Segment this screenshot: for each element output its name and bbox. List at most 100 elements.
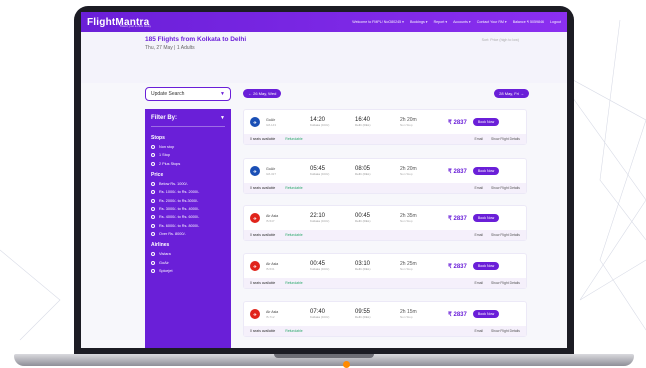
email-link[interactable]: Email [474, 281, 482, 285]
refundable-badge: Refundable [285, 281, 303, 285]
filter-option[interactable]: Rs. 1000/- to Rs. 2000/- [151, 190, 225, 195]
refundable-badge: Refundable [285, 186, 303, 190]
update-search-button[interactable]: Update Search ▼ [145, 87, 231, 101]
email-link[interactable]: Email [474, 233, 482, 237]
filter-divider [151, 126, 225, 127]
flight-card[interactable]: ✈ GoAir G8-327 05:45 Kolkata (CCU) 08:05 De… [243, 158, 527, 194]
results-subtitle: Thu, 27 May | 1 Adults [145, 45, 195, 51]
arrival-city: Delhi (DEL) [355, 315, 371, 319]
refundable-badge: Refundable [285, 233, 303, 237]
nav-report[interactable]: Report ▾ [434, 20, 448, 24]
stops-title: Stops [151, 135, 165, 141]
arrival-city: Delhi (DEL) [355, 267, 371, 271]
stops-info: Non Stop [400, 172, 413, 176]
filter-option-label: 2 Plus Stops [159, 161, 181, 166]
fare-price: ₹ 2837 [448, 311, 467, 318]
book-now-button[interactable]: Book Now [472, 118, 500, 126]
filter-option[interactable]: Rs. 4000/- to Rs. 6000/- [151, 215, 225, 220]
flight-footer: 0 seats available Refundable Email Show … [244, 134, 526, 144]
airline-logo-icon: ✈ [250, 166, 260, 176]
filter-option[interactable]: 2 Plus Stops [151, 161, 225, 166]
show-details-link[interactable]: Show Flight Details [491, 186, 520, 190]
duration: 2h 20m Non Stop [400, 166, 434, 176]
power-indicator [343, 361, 350, 368]
stops-info: Non Stop [400, 267, 413, 271]
filter-option[interactable]: Rs. 6000/- to Rs. 8000/- [151, 223, 225, 228]
search-summary: 185 Flights from Kolkata to Delhi Thu, 2… [81, 32, 567, 83]
flight-card[interactable]: ✈ Air Asia I5-547 22:10 Kolkata (CCU) 00:4… [243, 205, 527, 241]
stops-info: Non Stop [400, 123, 413, 127]
show-details-link[interactable]: Show Flight Details [491, 281, 520, 285]
nav-logout[interactable]: Logout [550, 20, 561, 24]
flight-code: I5-547 [266, 218, 275, 223]
filter-option-label: Spicejet [159, 268, 173, 273]
filter-option[interactable]: Vistara [151, 252, 225, 257]
email-link[interactable]: Email [474, 329, 482, 333]
radio-icon[interactable] [151, 190, 155, 195]
arrival: 00:45 Delhi (DEL) [355, 213, 400, 223]
book-now-button[interactable]: Book Now [472, 262, 500, 270]
radio-icon[interactable] [151, 181, 155, 186]
filter-option[interactable]: Non stop [151, 145, 225, 149]
show-details-link[interactable]: Show Flight Details [491, 329, 520, 333]
radio-icon[interactable] [151, 268, 155, 273]
filter-option[interactable]: Rs. 2000/- to Rs.3000/- [151, 198, 225, 203]
filter-option[interactable]: Over Rs. 8000/- [151, 232, 225, 237]
filter-option[interactable]: Spicejet [151, 268, 225, 273]
radio-icon[interactable] [151, 232, 155, 237]
prev-date-button[interactable]: ← 26 May, Wed [243, 89, 282, 98]
arrival: 16:40 Delhi (DEL) [355, 117, 400, 127]
radio-icon[interactable] [151, 145, 155, 149]
departure: 22:10 Kolkata (CCU) [310, 213, 355, 223]
stops-info: Non Stop [400, 219, 413, 223]
show-details-link[interactable]: Show Flight Details [491, 137, 520, 141]
next-date-button[interactable]: 28 May, Fri → [494, 89, 529, 98]
book-now-button[interactable]: Book Now [472, 310, 500, 318]
filter-heading[interactable]: Filter By: ▼ [151, 115, 225, 121]
filter-option[interactable]: Below Rs. 1000/- [151, 181, 225, 186]
email-link[interactable]: Email [474, 137, 482, 141]
nav-contact-rm[interactable]: Contact Your RM ▾ [477, 20, 507, 24]
book-now-button[interactable]: Book Now [472, 214, 500, 222]
top-header: FlightMantra Travel, just a click away W… [81, 12, 567, 32]
radio-icon[interactable] [151, 215, 155, 220]
fare-price: ₹ 2837 [448, 263, 467, 270]
email-link[interactable]: Email [474, 186, 482, 190]
airline-name: Air Asia I5-547 [266, 214, 310, 223]
sort-dropdown[interactable]: Sort: Price (high to low) [482, 38, 519, 42]
flight-code: I5-712 [266, 314, 275, 319]
nav-accounts[interactable]: Accounts ▾ [453, 20, 471, 24]
flight-card[interactable]: ✈ Air Asia I5-712 07:40 Kolkata (CCU) 09:5… [243, 301, 527, 337]
filter-option-label: Below Rs. 1000/- [159, 181, 188, 186]
nav-balance[interactable]: Balance ₹ 5059846 [513, 20, 544, 24]
seats-available: 0 seats available [250, 329, 276, 333]
radio-icon[interactable] [151, 223, 155, 228]
filter-option-label: Non stop [159, 145, 175, 149]
seats-available: 0 seats available [250, 186, 276, 190]
radio-icon[interactable] [151, 198, 155, 203]
radio-icon[interactable] [151, 260, 155, 265]
seats-available: 0 seats available [250, 233, 276, 237]
filter-option[interactable]: Rs. 3000/- to Rs. 4000/- [151, 206, 225, 211]
filter-option[interactable]: GoAir [151, 260, 225, 265]
radio-icon[interactable] [151, 161, 155, 166]
radio-icon[interactable] [151, 252, 155, 257]
nav-bookings[interactable]: Bookings ▾ [410, 20, 428, 24]
flight-main: ✈ GoAir G8-143 14:20 Kolkata (CCU) 16:40 De… [244, 110, 526, 134]
departure: 07:40 Kolkata (CCU) [310, 309, 355, 319]
refundable-badge: Refundable [285, 329, 303, 333]
departure: 00:45 Kolkata (CCU) [310, 261, 355, 271]
flight-code: G8-327 [266, 171, 277, 176]
flight-card[interactable]: ✈ GoAir G8-143 14:20 Kolkata (CCU) 16:40 De… [243, 109, 527, 145]
fare-price: ₹ 2837 [448, 215, 467, 222]
radio-icon[interactable] [151, 153, 155, 158]
arrival: 03:10 Delhi (DEL) [355, 261, 400, 271]
show-details-link[interactable]: Show Flight Details [491, 233, 520, 237]
stops-info: Non Stop [400, 315, 413, 319]
airline-logo-icon: ✈ [250, 117, 260, 127]
book-now-button[interactable]: Book Now [472, 167, 500, 175]
radio-icon[interactable] [151, 206, 155, 211]
flight-card[interactable]: ✈ Air Asia I5-531 00:45 Kolkata (CCU) 03:1… [243, 253, 527, 289]
filter-option[interactable]: 1 Stop [151, 153, 225, 158]
nav-welcome[interactable]: Welcome to FMPL/ NoO80245 ▾ [352, 20, 404, 24]
